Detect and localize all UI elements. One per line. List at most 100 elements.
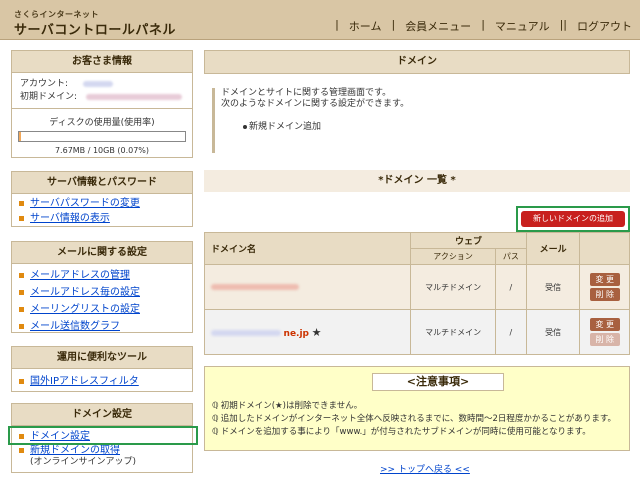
disk-usage-fill xyxy=(19,132,21,141)
buttons-cell: 変 更 削 除 xyxy=(579,309,630,355)
mail-cell: 受信 xyxy=(525,264,581,310)
nav-logout[interactable]: ログアウト xyxy=(577,18,632,34)
domain-cell xyxy=(203,264,412,310)
tools-box: 運用に便利なツール 国外IPアドレスフィルタ xyxy=(11,346,193,392)
disk-divider xyxy=(12,108,192,109)
mail-send-graph-label: メール送信数グラフ xyxy=(30,321,120,332)
intro-text: ドメインとサイトに関する管理画面です。 次のようなドメインに関する設定ができます… xyxy=(212,88,622,153)
domain-cell: ne.jp ★ xyxy=(203,309,412,355)
server-password-label: サーバパスワードの変更 xyxy=(30,198,140,209)
domain-row: 初期ドメイン: xyxy=(12,91,192,104)
server-info-box: サーバ情報とパスワード サーバパスワードの変更 サーバ情報の表示 xyxy=(11,171,193,227)
nav-separator: | xyxy=(481,18,485,31)
disk-usage-label: ディスクの使用量(使用率) xyxy=(49,118,155,128)
domain-suffix: ne.jp xyxy=(283,328,310,339)
disk-usage-bar xyxy=(18,131,186,142)
top-nav: | ホーム | 会員メニュー | マニュアル || ログアウト xyxy=(325,18,632,34)
ip-filter-label: 国外IPアドレスフィルタ xyxy=(30,376,139,387)
table-row: ne.jp ★ マルチドメイン / 受信 変 更 削 除 xyxy=(203,309,630,355)
initial-domain-label: 初期ドメイン: xyxy=(20,92,78,102)
col-domain-name: ドメイン名 xyxy=(203,232,412,265)
table-row: マルチドメイン / 受信 変 更 削 除 xyxy=(203,264,630,310)
selection-highlight xyxy=(8,426,198,445)
delete-button[interactable]: 削 除 xyxy=(589,288,620,301)
nav-separator: | xyxy=(391,18,396,31)
nav-manual[interactable]: マニュアル xyxy=(495,18,550,34)
col-mail: メール xyxy=(525,232,581,265)
bullet-icon xyxy=(19,324,24,329)
domain-list-title: *ドメイン 一覧 * xyxy=(204,170,630,192)
action-cell: マルチドメイン xyxy=(410,309,496,355)
bullet-icon xyxy=(19,379,24,384)
disk-usage-text: 7.67MB / 10GB (0.07%) xyxy=(54,146,150,155)
new-domain-label: 新規ドメインの取得 xyxy=(30,445,120,456)
notice-list: ℚ 初期ドメイン(★)は削除できません。 ℚ 追加したドメインがインターネット全体へ… xyxy=(212,400,616,439)
mail-cell: 受信 xyxy=(525,309,581,355)
bullet-icon xyxy=(19,216,24,221)
nav-separator: || xyxy=(559,18,567,31)
col-action: アクション xyxy=(410,248,496,265)
logo-title: サーバコントロールパネル xyxy=(14,23,176,38)
bullet-icon xyxy=(19,448,24,453)
notice-item-text: 初期ドメイン(★)は削除できません。 xyxy=(220,401,363,411)
nav-separator: | xyxy=(335,18,339,31)
mail-address-manage-label: メールアドレスの管理 xyxy=(30,270,130,281)
bullet-dot-icon xyxy=(243,125,247,129)
notice-item: ℚ ドメインを追加する事により「www.」が付与されたサブドメインが同時に使用可能… xyxy=(212,426,616,439)
account-value-redacted xyxy=(82,80,113,87)
mail-address-settings-link[interactable]: メールアドレス毎の設定 xyxy=(12,284,192,301)
mail-address-manage-link[interactable]: メールアドレスの管理 xyxy=(12,267,192,284)
change-button[interactable]: 変 更 xyxy=(589,318,620,331)
add-domain-highlight: 新しいドメインの追加 xyxy=(516,206,630,232)
new-domain-link[interactable]: 新規ドメインの取得 xyxy=(12,445,192,457)
notice-item: ℚ 追加したドメインがインターネット全体へ反映されるまでに、数時間〜2日程度かかる… xyxy=(212,413,616,426)
col-actions xyxy=(579,232,630,265)
header-bar: さくらインターネット サーバコントロールパネル | ホーム | 会員メニュー |… xyxy=(0,0,640,40)
intro-bullet: 新規ドメイン追加 xyxy=(221,122,622,133)
customer-info-box: お客さま情報 アカウント: 初期ドメイン: ディスクの使用量(使用率) 7.67… xyxy=(11,50,193,158)
server-info-title: サーバ情報とパスワード xyxy=(12,172,192,194)
path-cell: / xyxy=(494,309,527,355)
info-icon: ℚ xyxy=(212,427,219,437)
intro-line-1: ドメインとサイトに関する管理画面です。 xyxy=(221,88,392,98)
buttons-cell: 変 更 削 除 xyxy=(579,264,630,310)
initial-domain-star-icon: ★ xyxy=(311,325,322,339)
domain-settings-title: ドメイン設定 xyxy=(12,404,192,426)
customer-info-title: お客さま情報 xyxy=(12,51,192,73)
nav-member-menu[interactable]: 会員メニュー xyxy=(405,18,471,34)
initial-domain-redacted xyxy=(85,93,182,100)
bullet-icon xyxy=(19,307,24,312)
account-label: アカウント: xyxy=(20,79,69,89)
server-password-link[interactable]: サーバパスワードの変更 xyxy=(12,196,192,211)
bullet-icon xyxy=(19,201,24,206)
bullet-icon xyxy=(19,273,24,278)
info-icon: ℚ xyxy=(212,401,219,411)
domain-name-redacted xyxy=(211,330,281,336)
mailing-list-label: メーリングリストの設定 xyxy=(30,304,140,315)
intro-bullet-label: 新規ドメイン追加 xyxy=(249,122,322,132)
new-domain-sub: (オンラインサインアップ) xyxy=(30,457,137,467)
mail-send-graph-link[interactable]: メール送信数グラフ xyxy=(12,318,192,335)
back-to-top-link[interactable]: >> トップへ戻る << xyxy=(380,462,470,475)
col-web: ウェブ xyxy=(410,232,527,249)
mailing-list-link[interactable]: メーリングリストの設定 xyxy=(12,301,192,318)
server-info-link[interactable]: サーバ情報の表示 xyxy=(12,211,192,226)
notice-title: <注意事項> xyxy=(372,373,504,391)
mail-settings-box: メールに関する設定 メールアドレスの管理 メールアドレス毎の設定 メーリングリス… xyxy=(11,241,193,333)
ip-filter-link[interactable]: 国外IPアドレスフィルタ xyxy=(12,374,192,389)
tools-title: 運用に便利なツール xyxy=(12,347,192,369)
mail-address-settings-label: メールアドレス毎の設定 xyxy=(30,287,140,298)
col-path: パス xyxy=(494,248,527,265)
domain-table: ドメイン名 ウェブ メール アクション パス マルチドメイン / 受信 変 更 … xyxy=(203,232,630,355)
mail-settings-title: メールに関する設定 xyxy=(12,242,192,264)
bullet-icon xyxy=(19,290,24,295)
domain-name-redacted xyxy=(211,284,299,290)
add-domain-button[interactable]: 新しいドメインの追加 xyxy=(521,211,625,227)
nav-home[interactable]: ホーム xyxy=(349,18,382,34)
action-cell: マルチドメイン xyxy=(410,264,496,310)
notice-item-text: 追加したドメインがインターネット全体へ反映されるまでに、数時間〜2日程度かかるこ… xyxy=(220,414,617,424)
path-cell: / xyxy=(494,264,527,310)
server-info-label: サーバ情報の表示 xyxy=(30,213,110,224)
change-button[interactable]: 変 更 xyxy=(589,273,620,286)
delete-button-disabled: 削 除 xyxy=(589,333,620,346)
